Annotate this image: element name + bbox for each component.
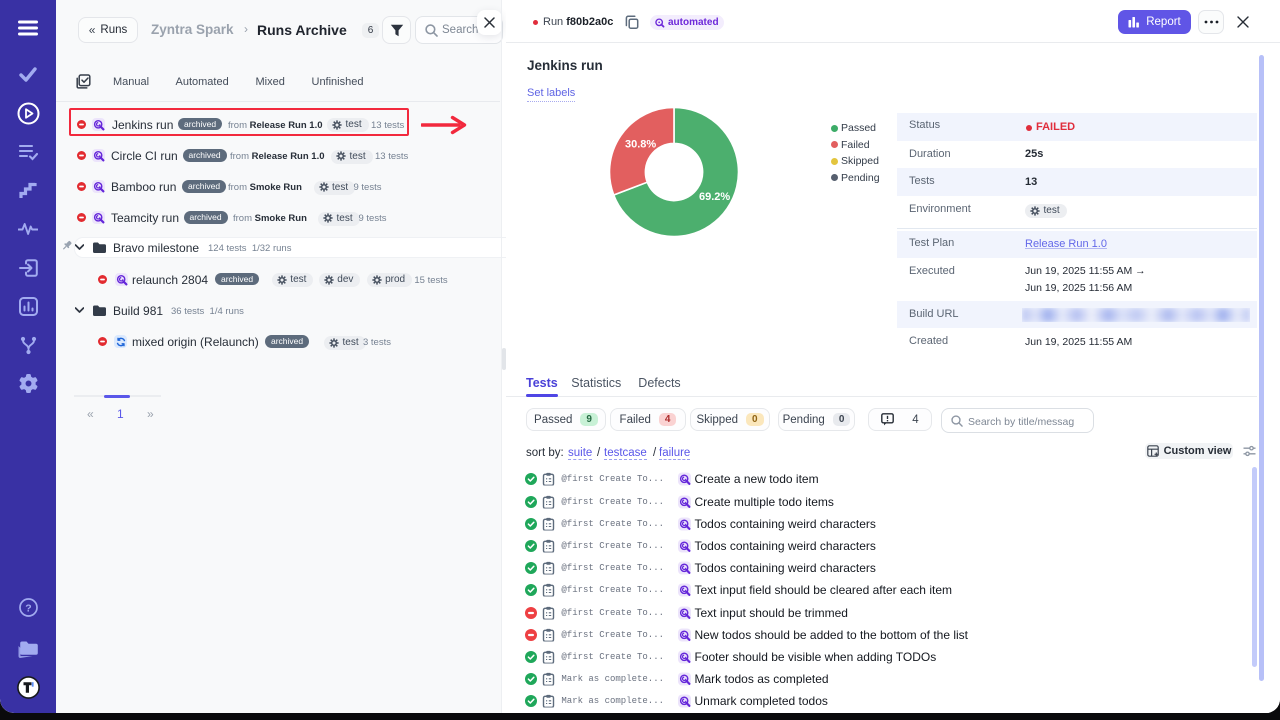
svg-text:30.8%: 30.8%	[625, 139, 656, 151]
svg-text:69.2%: 69.2%	[699, 191, 730, 203]
svg-text:?: ?	[25, 602, 31, 614]
